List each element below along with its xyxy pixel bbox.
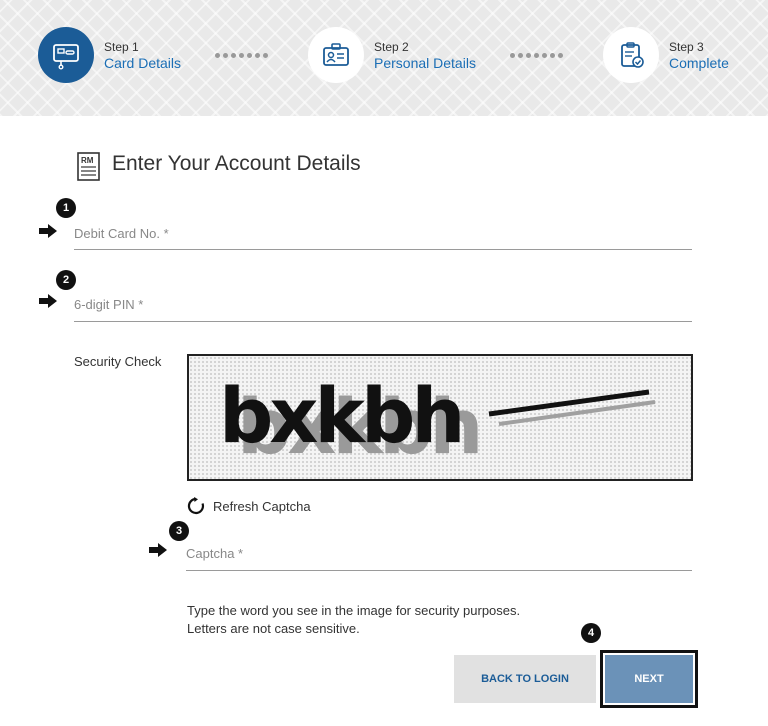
step-1-name: Card Details bbox=[104, 55, 182, 71]
step-2-circle bbox=[308, 27, 364, 83]
next-button[interactable]: NEXT bbox=[605, 655, 693, 703]
step-3-circle bbox=[603, 27, 659, 83]
security-check-label: Security Check bbox=[74, 354, 162, 369]
arrow-right-icon bbox=[39, 224, 57, 238]
instruction-line-1: Type the word you see in the image for s… bbox=[187, 603, 521, 618]
stepper-header: Step 1 Card Details Step 2 Personal Deta… bbox=[0, 0, 768, 116]
refresh-captcha-label: Refresh Captcha bbox=[213, 498, 311, 514]
step-connector-1 bbox=[215, 53, 268, 58]
document-rm-icon: RM bbox=[77, 152, 100, 181]
step-2-text: Step 2 Personal Details bbox=[374, 40, 476, 72]
pin-field[interactable] bbox=[74, 288, 692, 322]
captcha-input[interactable] bbox=[186, 537, 692, 570]
step-connector-2 bbox=[510, 53, 563, 58]
arrow-right-icon bbox=[149, 543, 167, 557]
annotation-badge-1: 1 bbox=[56, 198, 76, 218]
step-3-name: Complete bbox=[669, 55, 729, 71]
captcha-image: bxkbh bxkbh bbox=[187, 354, 693, 481]
step-1-circle bbox=[38, 27, 94, 83]
arrow-right-icon bbox=[39, 294, 57, 308]
refresh-icon bbox=[187, 497, 205, 515]
captcha-field[interactable] bbox=[186, 537, 692, 571]
step-1-text: Step 1 Card Details bbox=[104, 40, 181, 72]
step-2-name: Personal Details bbox=[374, 55, 476, 71]
step-3-number: Step 3 bbox=[669, 40, 704, 54]
page-title: Enter Your Account Details bbox=[112, 152, 361, 175]
captcha-text: bxkbh bbox=[219, 371, 461, 460]
card-icon bbox=[53, 44, 79, 70]
step-1-number: Step 1 bbox=[104, 40, 139, 54]
captcha-instructions: Type the word you see in the image for s… bbox=[187, 602, 520, 638]
svg-text:RM: RM bbox=[81, 156, 94, 165]
clipboard-check-icon bbox=[621, 42, 644, 68]
debit-card-input[interactable] bbox=[74, 218, 692, 249]
refresh-captcha-button[interactable]: Refresh Captcha bbox=[187, 497, 311, 515]
pin-input[interactable] bbox=[74, 288, 692, 321]
back-to-login-button[interactable]: BACK TO LOGIN bbox=[454, 655, 596, 703]
id-badge-icon bbox=[323, 43, 349, 66]
debit-card-field[interactable] bbox=[74, 218, 692, 250]
annotation-badge-4: 4 bbox=[581, 623, 601, 643]
instruction-line-2: Letters are not case sensitive. bbox=[187, 621, 360, 636]
annotation-badge-2: 2 bbox=[56, 270, 76, 290]
step-2-number: Step 2 bbox=[374, 40, 409, 54]
step-3-text: Step 3 Complete bbox=[669, 40, 729, 72]
